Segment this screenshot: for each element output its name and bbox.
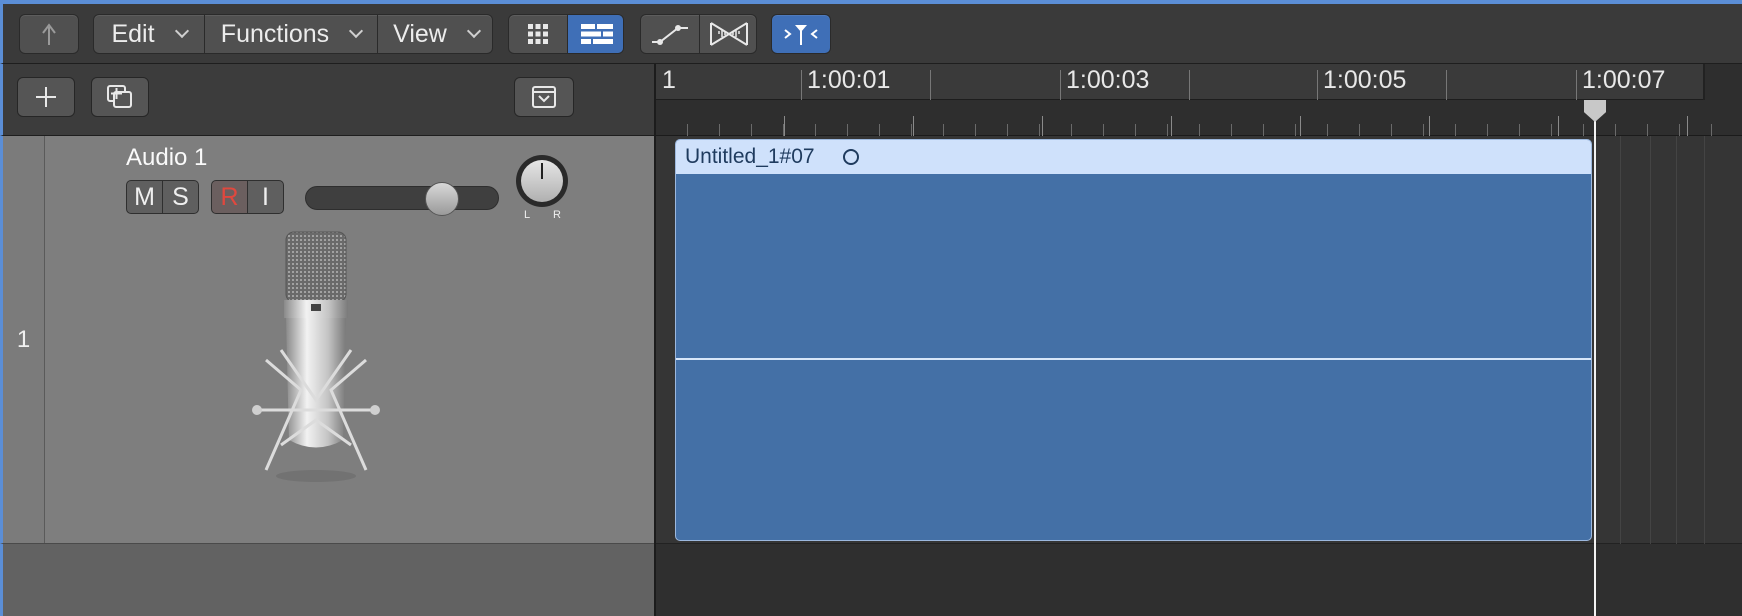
mute-button[interactable]: M (126, 180, 163, 214)
grid-line (1704, 136, 1705, 544)
view-menu[interactable]: View (377, 15, 494, 53)
list-view-button[interactable] (567, 15, 623, 53)
back-arrow-icon (42, 23, 56, 45)
logic-window: Edit Functions View 1 Audio 1 M S R I L … (0, 0, 1742, 616)
collapse-button[interactable] (514, 77, 574, 117)
ruler-bar: 1 1:00:01 1:00:03 1:00:05 1:00:07 (656, 64, 1704, 100)
solo-button[interactable]: S (162, 180, 199, 214)
ruler-tick (1060, 70, 1061, 100)
track-number: 1 (3, 136, 45, 543)
chevron-down-icon (349, 23, 364, 39)
pan-indicator (541, 163, 543, 179)
track-list-empty-area[interactable] (0, 544, 654, 616)
ruler-label-7: 1:00:07 (1582, 66, 1666, 94)
catch-playhead-icon (784, 25, 818, 45)
track-header[interactable]: 1 Audio 1 M S R I L R (0, 136, 654, 544)
pan-left-label: L (524, 209, 531, 221)
waveform (676, 358, 1591, 360)
grid-line (1650, 136, 1651, 544)
menu-group: Edit Functions View (93, 14, 493, 54)
volume-slider[interactable] (305, 182, 499, 216)
pan-right-label: R (553, 209, 561, 221)
grid-view-icon (528, 24, 548, 44)
grid-line (1676, 136, 1677, 544)
pan-knob-face (521, 160, 563, 202)
grid-view-button[interactable] (509, 15, 567, 53)
track-name[interactable]: Audio 1 (126, 144, 207, 172)
input-label: I (262, 182, 269, 211)
tools-group (640, 14, 757, 54)
ruler-tick (1576, 70, 1577, 100)
ruler-label-5: 1:00:05 (1323, 66, 1407, 94)
region-name: Untitled_1#07 (685, 145, 815, 168)
track-lane[interactable]: Untitled_1#07 (656, 136, 1742, 544)
view-toggle-group (508, 14, 624, 54)
ruler-tick (1317, 70, 1318, 100)
duplicate-track-button[interactable] (91, 77, 149, 117)
ruler-tick (1189, 70, 1190, 100)
track-header-toolbar (0, 64, 654, 136)
functions-menu[interactable]: Functions (204, 15, 377, 53)
chevron-down-icon (174, 23, 189, 39)
ruler-label-1: 1:00:01 (807, 66, 891, 94)
input-monitor-button[interactable]: I (247, 180, 284, 214)
flex-icon (710, 22, 748, 46)
playhead[interactable] (1594, 100, 1596, 616)
arrange-area[interactable]: Untitled_1#07 (656, 136, 1742, 616)
flex-button[interactable] (699, 15, 758, 53)
add-track-button[interactable] (17, 77, 75, 117)
solo-label: S (172, 182, 189, 211)
automation-button[interactable] (641, 15, 699, 53)
back-button[interactable] (19, 14, 79, 54)
project-end-marker[interactable] (1703, 64, 1705, 100)
duplicate-track-icon (107, 85, 132, 108)
region-header[interactable]: Untitled_1#07 (676, 140, 1591, 174)
edit-menu[interactable]: Edit (94, 15, 204, 53)
ruler-major-ticks (656, 116, 1742, 136)
list-view-icon (580, 24, 613, 44)
ruler-label-start: 1 (662, 66, 676, 94)
automation-curve-icon (652, 25, 688, 45)
chevron-down-icon (466, 23, 481, 39)
track-number-label: 1 (16, 325, 31, 353)
ruler-label-3: 1:00:03 (1066, 66, 1150, 94)
ruler-tick (930, 70, 931, 100)
record-label: R (220, 182, 239, 211)
grid-line (1620, 136, 1621, 544)
functions-menu-label: Functions (220, 19, 330, 48)
catch-button[interactable] (771, 14, 831, 54)
toolbar: Edit Functions View (0, 0, 1742, 64)
microphone-icon (252, 231, 380, 482)
view-menu-label: View (393, 19, 447, 48)
ruler-tick (801, 70, 802, 100)
time-ruler[interactable]: 1 1:00:01 1:00:03 1:00:05 1:00:07 (656, 64, 1742, 136)
mute-label: M (134, 182, 155, 211)
plus-icon (36, 87, 56, 107)
ruler-tick (1446, 70, 1447, 100)
collapse-icon (532, 86, 556, 108)
audio-region[interactable]: Untitled_1#07 (675, 139, 1592, 541)
record-enable-button[interactable]: R (211, 180, 248, 214)
edit-menu-label: Edit (111, 19, 155, 48)
volume-slider-knob[interactable] (425, 182, 459, 216)
loop-icon (842, 149, 859, 165)
pan-knob[interactable] (516, 155, 568, 207)
